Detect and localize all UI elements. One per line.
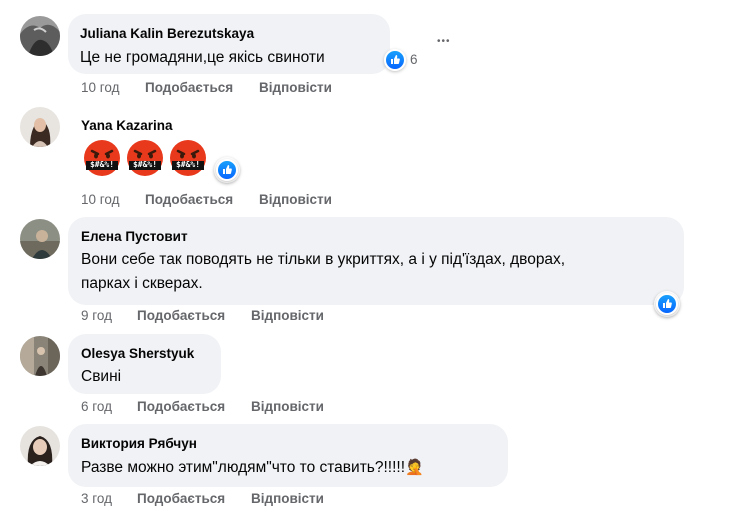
emoji-text: $#&%! xyxy=(132,160,158,169)
person-facepalming-emoji: 🤦 xyxy=(405,459,424,476)
comment-author[interactable]: Olesya Sherstyuk xyxy=(81,346,194,361)
comment-text: Разве можно этим"людям"что то ставить?!!… xyxy=(81,455,424,481)
comment-time[interactable]: 10 год xyxy=(81,80,119,95)
comment-author[interactable]: Juliana Kalin Berezutskaya xyxy=(80,26,254,41)
emoji-text: $#&%! xyxy=(175,160,201,169)
more-options-icon[interactable]: ••• xyxy=(437,36,451,47)
like-icon[interactable] xyxy=(656,293,678,315)
comment-text: Свині xyxy=(81,368,122,385)
reply-button[interactable]: Відповісти xyxy=(251,399,324,414)
avatar[interactable] xyxy=(20,219,60,259)
comment-text: Це не громадяни,це якісь свиноти xyxy=(80,49,325,66)
cursing-face-emoji: $#&%! xyxy=(169,139,207,177)
comment-text-line: Вони себе так поводять не тільки в укрит… xyxy=(81,251,566,268)
reply-button[interactable]: Відповісти xyxy=(259,192,332,207)
comment-author[interactable]: Yana Kazarina xyxy=(81,118,173,133)
reply-button[interactable]: Відповісти xyxy=(251,491,324,506)
comment-time[interactable]: 6 год xyxy=(81,399,112,414)
like-button[interactable]: Подобається xyxy=(137,308,225,323)
like-button[interactable]: Подобається xyxy=(145,80,233,95)
comment-author[interactable]: Виктория Рябчун xyxy=(81,436,197,451)
comment-text-body: Разве можно этим"людям"что то ставить?!!… xyxy=(81,459,406,476)
like-button[interactable]: Подобається xyxy=(145,192,233,207)
comment-time[interactable]: 10 год xyxy=(81,192,119,207)
cursing-face-emoji: $#&%! xyxy=(83,139,121,177)
avatar[interactable] xyxy=(20,336,60,376)
comment-time[interactable]: 3 год xyxy=(81,491,112,506)
like-icon[interactable] xyxy=(384,49,406,71)
avatar[interactable] xyxy=(20,16,60,56)
avatar[interactable] xyxy=(20,107,60,147)
cursing-face-emoji: $#&%! xyxy=(126,139,164,177)
comment-author[interactable]: Елена Пустовит xyxy=(81,229,188,244)
comment-time[interactable]: 9 год xyxy=(81,308,112,323)
like-button[interactable]: Подобається xyxy=(137,399,225,414)
like-icon[interactable] xyxy=(216,159,238,181)
comment-text-line: парках і скверах. xyxy=(81,275,203,292)
emoji-text: $#&%! xyxy=(89,160,115,169)
reply-button[interactable]: Відповісти xyxy=(259,80,332,95)
reaction-count[interactable]: 6 xyxy=(410,52,418,67)
like-button[interactable]: Подобається xyxy=(137,491,225,506)
avatar[interactable] xyxy=(20,426,60,466)
reply-button[interactable]: Відповісти xyxy=(251,308,324,323)
